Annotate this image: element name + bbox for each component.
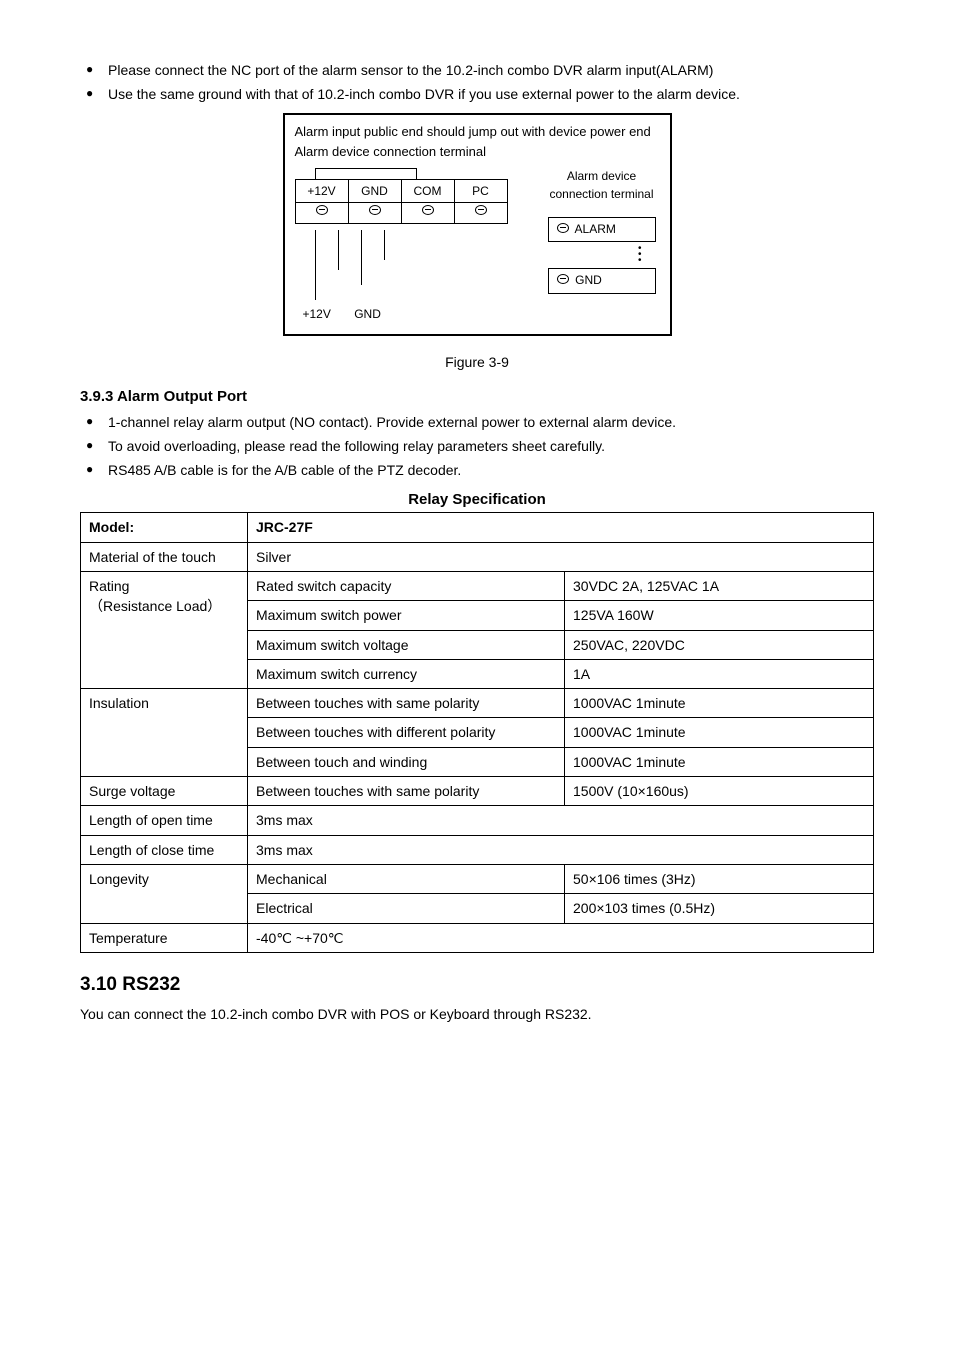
- table-row: Material of the touch Silver: [81, 542, 874, 571]
- table-row: Rating （Resistance Load） Rated switch ca…: [81, 571, 874, 600]
- table-row: Longevity Mechanical 50×106 times (3Hz): [81, 864, 874, 893]
- cell-temp-label: Temperature: [81, 923, 248, 952]
- diagram-container: Alarm input public end should jump out w…: [80, 113, 874, 336]
- cell: Electrical: [248, 894, 565, 923]
- cell-longevity-label: Longevity: [81, 864, 248, 923]
- cell: 1000VAC 1minute: [565, 747, 874, 776]
- cell: -40℃ ~+70℃: [248, 923, 874, 952]
- screw-icon: [475, 205, 487, 215]
- section-heading-393: 3.9.3 Alarm Output Port: [80, 386, 874, 408]
- table-row: Model: JRC-27F: [81, 513, 874, 542]
- cell-close-label: Length of close time: [81, 835, 248, 864]
- relay-spec-table: Model: JRC-27F Material of the touch Sil…: [80, 512, 874, 952]
- right-label-1: Alarm device: [548, 168, 656, 185]
- bullet-item: Use the same ground with that of 10.2-in…: [80, 84, 874, 104]
- cell-open-label: Length of open time: [81, 806, 248, 835]
- wire-line: [315, 230, 316, 300]
- cell: Maximum switch power: [248, 601, 565, 630]
- bullet-item: Please connect the NC port of the alarm …: [80, 60, 874, 80]
- left-terminal-group: +12V GND COM PC: [285, 168, 508, 323]
- cell: 1000VAC 1minute: [565, 718, 874, 747]
- cell: Maximum switch currency: [248, 659, 565, 688]
- cell-model-label: Model:: [81, 513, 248, 542]
- table-row: Insulation Between touches with same pol…: [81, 689, 874, 718]
- cell: Between touch and winding: [248, 747, 565, 776]
- right-label-2: connection terminal: [548, 186, 656, 203]
- relay-spec-title: Relay Specification: [80, 489, 874, 511]
- diagram-top-caption: Alarm input public end should jump out w…: [295, 123, 656, 142]
- terminal-col-com: COM: [401, 180, 454, 203]
- cell-rating-label: Rating （Resistance Load）: [81, 571, 248, 688]
- cell: Maximum switch voltage: [248, 630, 565, 659]
- bottom-label-gnd: GND: [354, 307, 381, 321]
- cell-insulation-label: Insulation: [81, 689, 248, 777]
- cell: 30VDC 2A, 125VAC 1A: [565, 571, 874, 600]
- table-row: Length of close time 3ms max: [81, 835, 874, 864]
- relay-alarm-label: ALARM: [575, 222, 616, 236]
- screw-icon: [422, 205, 434, 215]
- cell: Mechanical: [248, 864, 565, 893]
- bottom-label-12v: +12V: [303, 307, 331, 321]
- relay-alarm-terminal: ALARM: [548, 217, 656, 242]
- mid-bullet-list: 1-channel relay alarm output (NO contact…: [80, 412, 874, 481]
- terminal-col-gnd: GND: [348, 180, 401, 203]
- cell-model-value: JRC-27F: [248, 513, 874, 542]
- table-row: Temperature -40℃ ~+70℃: [81, 923, 874, 952]
- cell: 200×103 times (0.5Hz): [565, 894, 874, 923]
- screw-icon: [369, 205, 381, 215]
- cell: 1A: [565, 659, 874, 688]
- cell: 1000VAC 1minute: [565, 689, 874, 718]
- cell-surge-label: Surge voltage: [81, 777, 248, 806]
- cell-material-label: Material of the touch: [81, 542, 248, 571]
- cell-material-value: Silver: [248, 542, 874, 571]
- bullet-item: 1-channel relay alarm output (NO contact…: [80, 412, 874, 432]
- rs232-text: You can connect the 10.2-inch combo DVR …: [80, 1004, 874, 1024]
- bullet-item: To avoid overloading, please read the fo…: [80, 436, 874, 456]
- figure-caption: Figure 3-9: [80, 352, 874, 372]
- relay-gnd-label: GND: [575, 273, 602, 287]
- cell: Between touches with same polarity: [248, 689, 565, 718]
- table-row: Surge voltage Between touches with same …: [81, 777, 874, 806]
- screw-icon: [316, 205, 328, 215]
- terminal-col-12v: +12V: [295, 180, 348, 203]
- wiring-diagram: Alarm input public end should jump out w…: [283, 113, 672, 336]
- screw-icon: [557, 274, 569, 284]
- bullet-item: RS485 A/B cable is for the A/B cable of …: [80, 460, 874, 480]
- cell: Rated switch capacity: [248, 571, 565, 600]
- cell: 3ms max: [248, 806, 874, 835]
- diagram-sub-caption: Alarm device connection terminal: [295, 143, 656, 162]
- cell: 125VA 160W: [565, 601, 874, 630]
- terminal-table: +12V GND COM PC: [295, 179, 508, 224]
- cell: Between touches with different polarity: [248, 718, 565, 747]
- right-terminal-group: Alarm device connection terminal ALARM •…: [548, 168, 656, 298]
- cell: 3ms max: [248, 835, 874, 864]
- cell: 250VAC, 220VDC: [565, 630, 874, 659]
- cell: 50×106 times (3Hz): [565, 864, 874, 893]
- relay-gnd-terminal: GND: [548, 268, 656, 293]
- screw-icon: [557, 223, 569, 233]
- table-row: Length of open time 3ms max: [81, 806, 874, 835]
- dots-icon: •••: [548, 246, 656, 264]
- section-heading-rs232: 3.10 RS232: [80, 971, 874, 999]
- cell: Between touches with same polarity: [248, 777, 565, 806]
- terminal-col-pc: PC: [454, 180, 507, 203]
- top-bullet-list: Please connect the NC port of the alarm …: [80, 60, 874, 105]
- cell: 1500V (10×160us): [565, 777, 874, 806]
